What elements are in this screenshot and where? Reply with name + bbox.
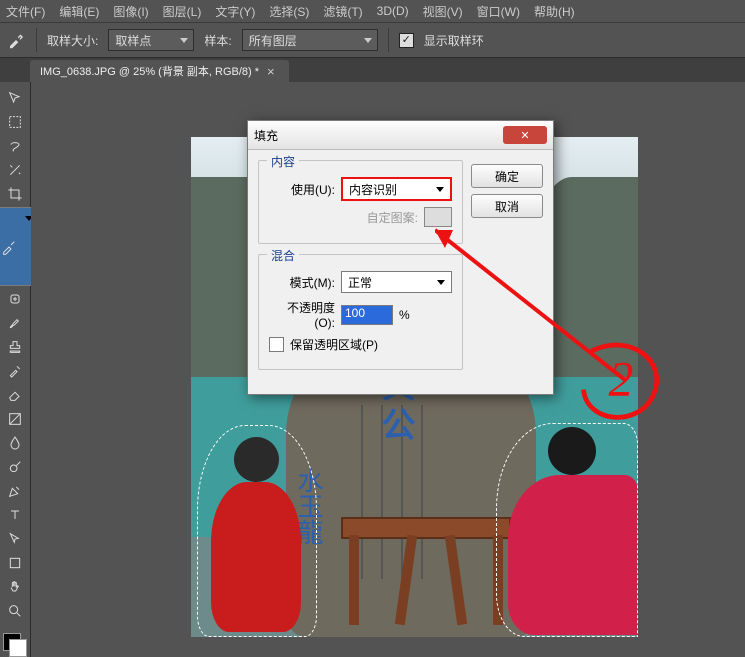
wooden-table [341,517,511,627]
sample-size-dropdown[interactable]: 取样点 [108,29,194,51]
show-ring-checkbox[interactable]: ✓ [399,33,414,48]
blend-group: 混合 模式(M): 正常 不透明度(O): 100 % 保留透明区域(P) [258,254,463,370]
dialog-title: 填充 [254,127,503,144]
fill-dialog: 填充 ✕ 内容 使用(U): 内容识别 自定图案: 混合 模式(M): 正常 [247,120,554,395]
selection-marquee [496,423,638,637]
document-tab-title: IMG_0638.JPG @ 25% (背景 副本, RGB/8) * [40,63,259,79]
zoom-tool-icon[interactable] [3,600,27,622]
content-group: 内容 使用(U): 内容识别 自定图案: [258,160,463,244]
menu-edit[interactable]: 编辑(E) [59,3,99,20]
history-brush-icon[interactable] [3,360,27,382]
menu-image[interactable]: 图像(I) [113,3,148,20]
opacity-input[interactable]: 100 [341,305,393,325]
toolbox [0,82,31,657]
preserve-transparency-checkbox[interactable] [269,337,284,352]
lasso-tool-icon[interactable] [3,135,27,157]
options-bar: 取样大小: 取样点 样本: 所有图层 ✓ 显示取样环 [0,23,745,58]
type-tool-icon[interactable] [3,504,27,526]
menu-filter[interactable]: 滤镜(T) [323,3,362,20]
dialog-titlebar[interactable]: 填充 ✕ [248,121,553,150]
blur-tool-icon[interactable] [3,432,27,454]
content-group-label: 内容 [267,153,299,170]
menu-window[interactable]: 窗口(W) [477,3,520,20]
cancel-button[interactable]: 取消 [471,194,543,218]
menu-type[interactable]: 文字(Y) [215,3,255,20]
use-dropdown[interactable]: 内容识别 [341,177,452,201]
mode-dropdown[interactable]: 正常 [341,271,452,293]
blend-group-label: 混合 [267,247,299,264]
ok-button[interactable]: 确定 [471,164,543,188]
hand-tool-icon[interactable] [3,576,27,598]
gradient-tool-icon[interactable] [3,408,27,430]
path-select-icon[interactable] [3,528,27,550]
preserve-transparency-label: 保留透明区域(P) [290,336,378,353]
menu-view[interactable]: 视图(V) [423,3,463,20]
custom-pattern-label: 自定图案: [367,209,418,226]
eraser-tool-icon[interactable] [3,384,27,406]
move-tool-icon[interactable] [3,87,27,109]
menu-help[interactable]: 帮助(H) [534,3,575,20]
color-swatches[interactable] [3,633,27,657]
menu-select[interactable]: 选择(S) [269,3,309,20]
mode-label: 模式(M): [269,274,335,291]
document-tab[interactable]: IMG_0638.JPG @ 25% (背景 副本, RGB/8) * × [30,60,289,82]
dodge-tool-icon[interactable] [3,456,27,478]
opacity-unit: % [399,308,410,322]
eyedropper-icon[interactable] [6,30,26,50]
crop-tool-icon[interactable] [3,183,27,205]
sample-dropdown[interactable]: 所有图层 [242,29,378,51]
document-tab-bar: IMG_0638.JPG @ 25% (背景 副本, RGB/8) * × [0,58,745,83]
pen-tool-icon[interactable] [3,480,27,502]
close-icon[interactable]: × [267,64,275,79]
marquee-tool-icon[interactable] [3,111,27,133]
sample-size-label: 取样大小: [47,32,98,49]
menu-file[interactable]: 文件(F) [6,3,45,20]
custom-pattern-swatch [424,207,452,227]
opacity-label: 不透明度(O): [269,299,335,330]
menu-3d[interactable]: 3D(D) [377,4,409,18]
selection-marquee [197,425,317,637]
menu-layer[interactable]: 图层(L) [163,3,202,20]
shape-tool-icon[interactable] [3,552,27,574]
dialog-close-button[interactable]: ✕ [503,126,547,144]
sample-label: 样本: [204,32,231,49]
brush-tool-icon[interactable] [3,312,27,334]
stamp-tool-icon[interactable] [3,336,27,358]
menu-bar: 文件(F) 编辑(E) 图像(I) 图层(L) 文字(Y) 选择(S) 滤镜(T… [0,0,745,23]
show-ring-label: 显示取样环 [424,32,484,49]
wand-tool-icon[interactable] [3,159,27,181]
use-label: 使用(U): [269,181,335,198]
heal-tool-icon[interactable] [3,288,27,310]
